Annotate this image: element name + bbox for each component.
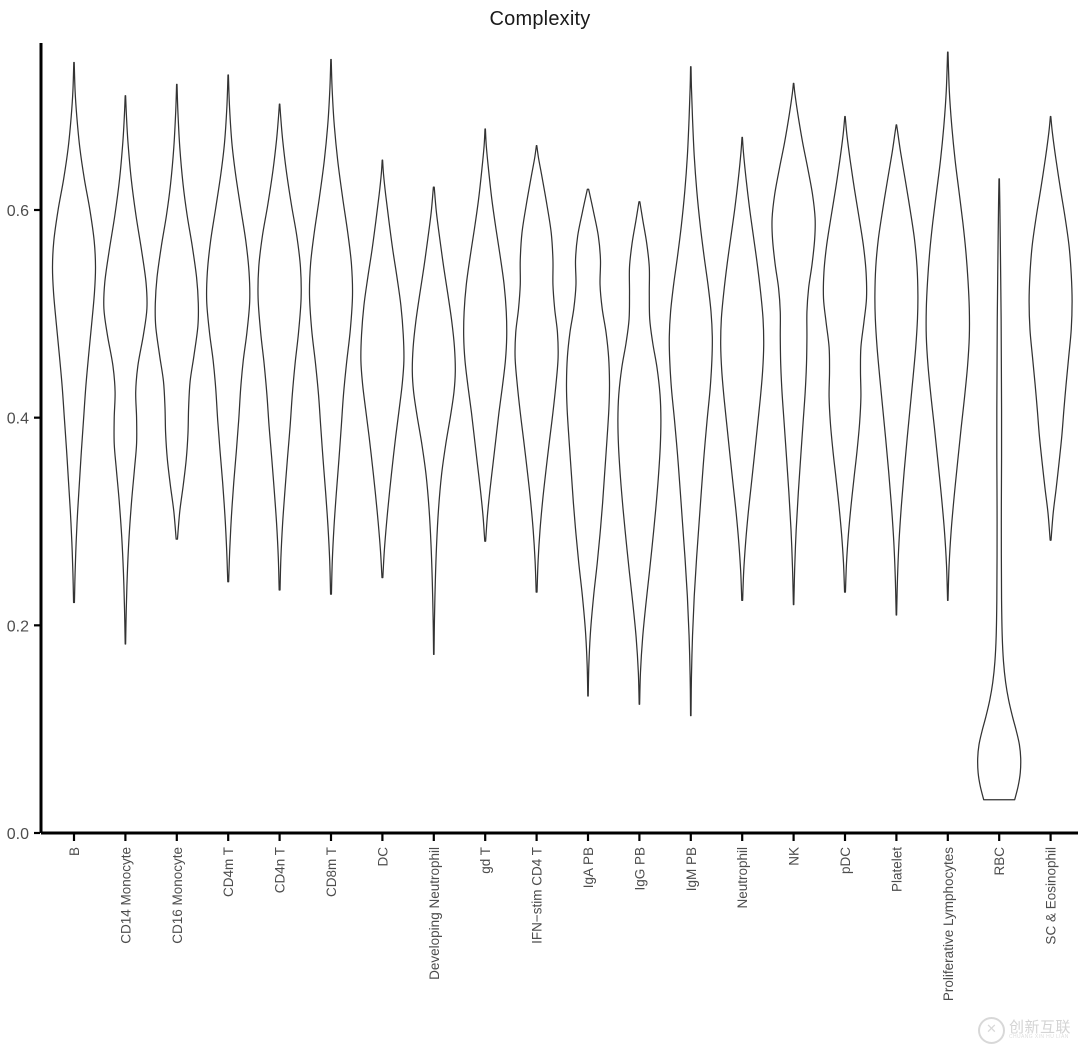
x-axis-label: Proliferative Lymphocytes [941,847,956,1001]
violin-developing-neutrophil [411,186,456,656]
x-axis-label: CD4n T [273,847,288,893]
x-axis-label: pDC [838,847,853,874]
violin-platelet [874,124,919,616]
svg-text:0.0: 0.0 [7,826,29,843]
x-axis-label: B [67,847,82,856]
violin-cd4m-t [205,74,251,583]
violin-rbc [977,178,1022,801]
x-axis-label: IgA PB [581,847,596,888]
violin-cd4n-t [257,103,302,591]
violin-igg-pb [617,201,662,705]
x-axis-label: IgG PB [632,847,647,891]
violin-pdc [822,115,868,593]
x-axis-label: IgM PB [684,847,699,891]
x-axis-label: Platelet [889,847,904,892]
violin-iga-pb [565,188,611,697]
violin-cd8m-t [308,58,354,595]
violin-b [51,61,97,604]
violin-proliferative-lymphocytes [925,51,971,602]
violin-plot-figure: Complexity 0.0 0.2 0.4 0.6 B CD14 Monocyte CD1… [0,0,1080,1054]
violin-igm-pb [668,66,713,717]
violin-cd14-monocyte [103,95,148,645]
x-axis-label: gd T [478,847,493,874]
violin-neutrophil [720,136,765,602]
violin-sc-eosinophil [1028,115,1073,541]
violin-ifn-stim-cd4-t [514,144,559,593]
x-axis-label: RBC [992,847,1007,876]
svg-text:0.4: 0.4 [7,411,29,428]
svg-text:0.6: 0.6 [7,203,29,220]
violin-cd16-monocyte [154,83,200,540]
x-axis-label: DC [375,847,390,867]
violin-chart-canvas: 0.0 0.2 0.4 0.6 B CD14 Monocyte CD16 Monocyte C… [7,43,1078,1001]
x-axis-label: CD8m T [324,847,339,897]
violin-nk [771,82,816,606]
x-axis-label: IFN−stim CD4 T [530,847,545,944]
x-axis-label: Developing Neutrophil [427,847,442,980]
x-axis-label: Neutrophil [735,847,750,909]
x-axis-label: SC & Eosinophil [1044,847,1059,945]
x-axis-label: CD14 Monocyte [118,847,133,944]
svg-text:0.2: 0.2 [7,618,29,635]
violin-gd-t [463,128,508,542]
x-axis-label: CD4m T [221,847,236,897]
x-axis-label: NK [787,847,802,866]
violin-dc [360,159,405,579]
x-axis-label: CD16 Monocyte [170,847,185,944]
